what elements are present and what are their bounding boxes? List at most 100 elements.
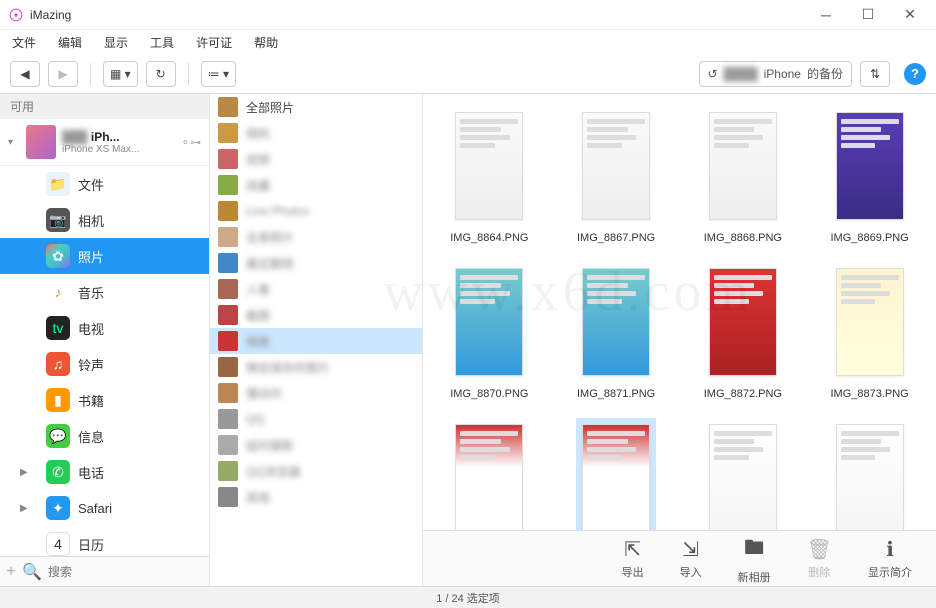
album-row[interactable]: Live Photos bbox=[210, 198, 422, 224]
sidebar-item-camera[interactable]: 📷相机 bbox=[0, 202, 209, 238]
sync-button[interactable]: ⇅ bbox=[860, 61, 890, 87]
album-row[interactable]: 相机 bbox=[210, 120, 422, 146]
photo-thumbnail bbox=[836, 268, 904, 376]
export-button[interactable]: ⇱导出 bbox=[622, 537, 644, 580]
album-row[interactable]: 最近删除 bbox=[210, 250, 422, 276]
photo-grid: IMG_8864.PNG IMG_8867.PNG IMG_8868.PNG IMG_… bbox=[423, 94, 936, 530]
album-row[interactable]: 收藏 bbox=[210, 172, 422, 198]
content-panel: IMG_8864.PNG IMG_8867.PNG IMG_8868.PNG IMG_… bbox=[423, 94, 936, 586]
menu-file[interactable]: 文件 bbox=[8, 32, 40, 53]
sidebar-item-msg[interactable]: 💬信息 bbox=[0, 418, 209, 454]
sidebar-item-books[interactable]: ▮ 书籍 bbox=[0, 382, 209, 418]
sidebar-item-tv[interactable]: tv电视 bbox=[0, 310, 209, 346]
album-label: 相机 bbox=[246, 125, 414, 142]
sidebar-item-label: 书籍 bbox=[78, 391, 104, 410]
album-row[interactable]: 慢动作 bbox=[210, 380, 422, 406]
sidebar: 可用 ▾ ███ iPh... iPhone XS Max... ⚬⊶ 📁文件📷… bbox=[0, 94, 210, 586]
list-options-button[interactable]: ≔ ▾ bbox=[201, 61, 236, 87]
album-row[interactable]: 全部照片 bbox=[210, 94, 422, 120]
search-input[interactable] bbox=[48, 565, 203, 579]
history-icon: ↺ bbox=[708, 67, 718, 81]
album-row[interactable]: 视频 bbox=[210, 146, 422, 172]
view-mode-button[interactable]: ▦ ▾ bbox=[103, 61, 138, 87]
add-button[interactable]: + bbox=[6, 563, 16, 581]
menu-help[interactable]: 帮助 bbox=[250, 32, 282, 53]
newalbum-button[interactable]: 🖿新相册 bbox=[738, 533, 771, 585]
menu-bar: 文件 编辑 显示 工具 许可证 帮助 bbox=[0, 30, 936, 54]
album-row[interactable]: 其他 bbox=[210, 484, 422, 510]
sidebar-item-cal[interactable]: 4日历 bbox=[0, 526, 209, 556]
ring-icon: ♫ bbox=[46, 352, 70, 376]
safari-icon: ✦ bbox=[46, 496, 70, 520]
delete-button: 🗑删除 bbox=[807, 537, 832, 580]
photo-cell[interactable]: IMG_8867.PNG bbox=[568, 106, 665, 244]
sidebar-item-label: 信息 bbox=[78, 427, 104, 446]
backup-label-suffix: 的备份 bbox=[807, 65, 843, 82]
status-bar: 1 / 24 选定项 bbox=[0, 586, 936, 608]
photo-cell[interactable]: IMG_8874.PNG bbox=[441, 418, 538, 530]
sidebar-item-photos[interactable]: ✿照片 bbox=[0, 238, 209, 274]
menu-view[interactable]: 显示 bbox=[100, 32, 132, 53]
photo-thumbnail bbox=[582, 268, 650, 376]
menu-tools[interactable]: 工具 bbox=[146, 32, 178, 53]
photo-cell[interactable]: IMG_8870.PNG bbox=[441, 262, 538, 400]
album-label: 视频 bbox=[246, 151, 414, 168]
album-label: Live Photos bbox=[246, 204, 414, 218]
album-label: 慢动作 bbox=[246, 385, 414, 402]
photo-thumbnail bbox=[709, 112, 777, 220]
album-row[interactable]: QQ bbox=[210, 406, 422, 432]
chevron-down-icon: ▾ bbox=[8, 137, 20, 148]
album-thumbnail bbox=[218, 435, 238, 455]
menu-edit[interactable]: 编辑 bbox=[54, 32, 86, 53]
sidebar-item-safari[interactable]: ▶✦Safari bbox=[0, 490, 209, 526]
device-model: iPhone XS Max... bbox=[62, 144, 175, 155]
back-button[interactable]: ◀ bbox=[10, 61, 40, 87]
album-row[interactable]: 相册 bbox=[210, 328, 422, 354]
album-thumbnail bbox=[218, 97, 238, 117]
files-icon: 📁 bbox=[46, 172, 70, 196]
photo-cell[interactable]: IMG_8871.PNG bbox=[568, 262, 665, 400]
books-icon: ▮ bbox=[46, 388, 70, 412]
photo-cell[interactable]: IMG_8877.PNG bbox=[821, 418, 918, 530]
forward-button[interactable]: ▶ bbox=[48, 61, 78, 87]
album-row[interactable]: QQ浏览器 bbox=[210, 458, 422, 484]
toolbar-separator bbox=[90, 63, 91, 85]
minimize-button[interactable]: ─ bbox=[814, 3, 838, 27]
status-text: 1 / 24 选定项 bbox=[436, 590, 500, 606]
album-row[interactable]: 延时摄影 bbox=[210, 432, 422, 458]
album-row[interactable]: 截图 bbox=[210, 302, 422, 328]
refresh-button[interactable]: ↻ bbox=[146, 61, 176, 87]
album-row[interactable]: 全景照片 bbox=[210, 224, 422, 250]
device-row[interactable]: ▾ ███ iPh... iPhone XS Max... ⚬⊶ bbox=[0, 119, 209, 166]
photo-cell[interactable]: IMG_8868.PNG bbox=[695, 106, 792, 244]
menu-license[interactable]: 许可证 bbox=[192, 32, 236, 53]
sidebar-item-music[interactable]: ♪音乐 bbox=[0, 274, 209, 310]
photo-cell[interactable]: IMG_8875.PNG bbox=[568, 418, 665, 530]
photo-cell[interactable]: IMG_8876.PNG bbox=[695, 418, 792, 530]
album-label: 全部照片 bbox=[246, 99, 414, 116]
info-button[interactable]: ℹ显示简介 bbox=[868, 537, 912, 580]
album-thumbnail bbox=[218, 227, 238, 247]
album-row[interactable]: 微信保存的图片 bbox=[210, 354, 422, 380]
photo-cell[interactable]: IMG_8864.PNG bbox=[441, 106, 538, 244]
sidebar-item-phone[interactable]: ▶✆电话 bbox=[0, 454, 209, 490]
album-thumbnail bbox=[218, 253, 238, 273]
sidebar-item-ring[interactable]: ♫铃声 bbox=[0, 346, 209, 382]
backup-selector[interactable]: ↺ ████ iPhone 的备份 bbox=[699, 61, 852, 87]
photo-cell[interactable]: IMG_8873.PNG bbox=[821, 262, 918, 400]
import-button[interactable]: ⇲导入 bbox=[680, 537, 702, 580]
search-icon: 🔍 bbox=[22, 562, 42, 582]
photo-cell[interactable]: IMG_8872.PNG bbox=[695, 262, 792, 400]
photo-thumbnail bbox=[582, 112, 650, 220]
maximize-button[interactable]: ☐ bbox=[856, 3, 880, 27]
photo-cell[interactable]: IMG_8869.PNG bbox=[821, 106, 918, 244]
delete-icon: 🗑 bbox=[807, 537, 832, 562]
album-label: 延时摄影 bbox=[246, 437, 414, 454]
help-button[interactable]: ? bbox=[904, 63, 926, 85]
sidebar-item-files[interactable]: 📁文件 bbox=[0, 166, 209, 202]
sidebar-footer: + 🔍 bbox=[0, 556, 209, 586]
album-row[interactable]: 人像 bbox=[210, 276, 422, 302]
sidebar-item-label: 日历 bbox=[78, 535, 104, 554]
close-button[interactable]: ✕ bbox=[898, 3, 922, 27]
chevron-right-icon: ▶ bbox=[20, 503, 28, 514]
